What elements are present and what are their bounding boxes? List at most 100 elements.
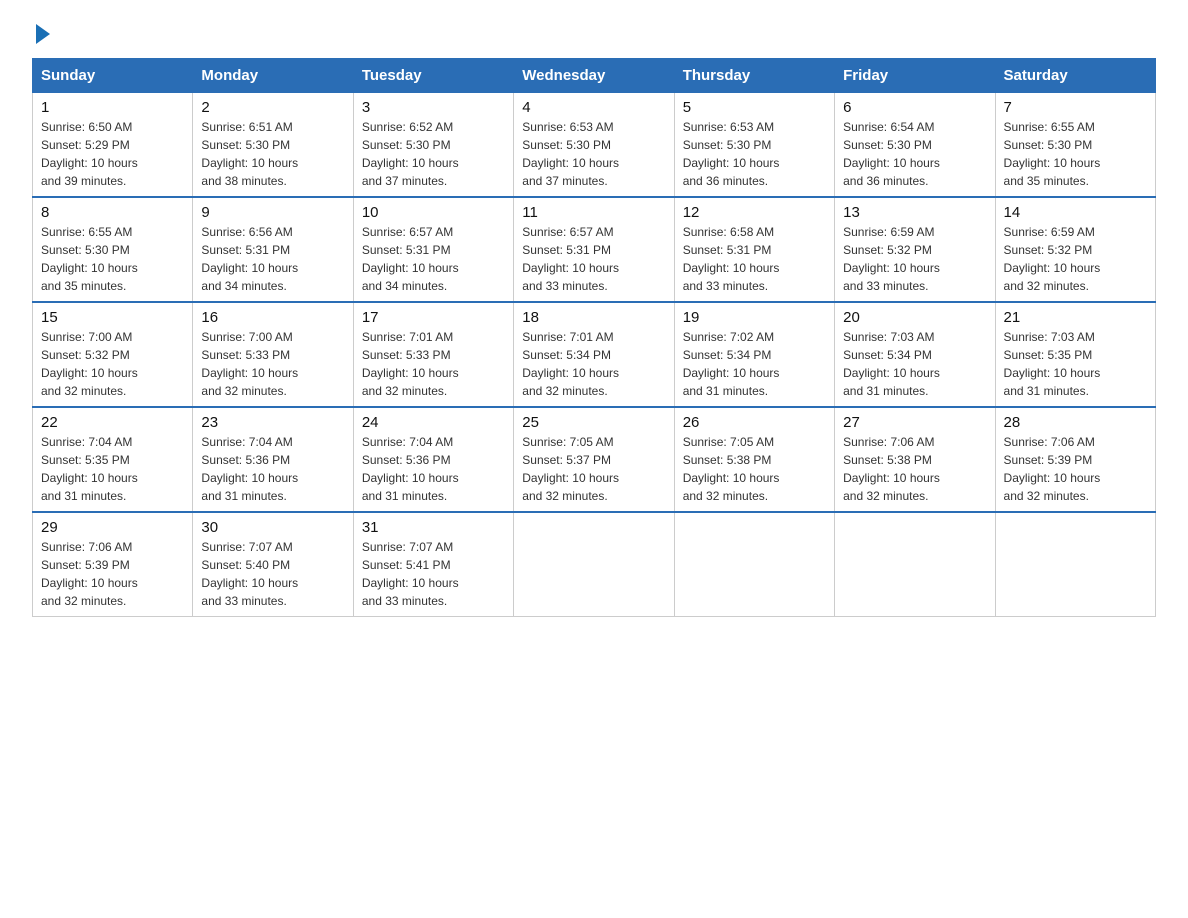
calendar-cell: 26 Sunrise: 7:05 AMSunset: 5:38 PMDayligh… bbox=[674, 407, 834, 512]
day-number: 27 bbox=[843, 414, 986, 431]
calendar-body: 1Sunrise: 6:50 AMSunset: 5:29 PMDaylight… bbox=[33, 93, 1156, 617]
day-info: Sunrise: 6:58 AMSunset: 5:31 PMDaylight:… bbox=[683, 223, 826, 295]
calendar-cell: 14Sunrise: 6:59 AMSunset: 5:32 PMDayligh… bbox=[995, 197, 1155, 302]
day-info: Sunrise: 7:04 AMSunset: 5:36 PMDaylight:… bbox=[362, 433, 505, 505]
day-number: 24 bbox=[362, 414, 505, 431]
day-number: 14 bbox=[1004, 204, 1147, 221]
day-number: 12 bbox=[683, 204, 826, 221]
calendar-cell: 5 Sunrise: 6:53 AMSunset: 5:30 PMDaylight… bbox=[674, 93, 834, 198]
calendar-cell: 18Sunrise: 7:01 AMSunset: 5:34 PMDayligh… bbox=[514, 302, 674, 407]
day-number: 31 bbox=[362, 519, 505, 536]
day-number: 10 bbox=[362, 204, 505, 221]
day-info: Sunrise: 7:00 AMSunset: 5:32 PMDaylight:… bbox=[41, 328, 184, 400]
day-number: 5 bbox=[683, 99, 826, 116]
calendar-cell: 11 Sunrise: 6:57 AMSunset: 5:31 PMDayligh… bbox=[514, 197, 674, 302]
day-number: 7 bbox=[1004, 99, 1147, 116]
calendar-cell bbox=[835, 512, 995, 617]
day-info: Sunrise: 6:52 AMSunset: 5:30 PMDaylight:… bbox=[362, 118, 505, 190]
day-number: 6 bbox=[843, 99, 986, 116]
calendar-cell bbox=[995, 512, 1155, 617]
calendar-cell bbox=[514, 512, 674, 617]
day-info: Sunrise: 6:51 AMSunset: 5:30 PMDaylight:… bbox=[201, 118, 344, 190]
calendar-header: SundayMondayTuesdayWednesdayThursdayFrid… bbox=[33, 59, 1156, 93]
day-info: Sunrise: 6:59 AMSunset: 5:32 PMDaylight:… bbox=[843, 223, 986, 295]
calendar-cell: 12 Sunrise: 6:58 AMSunset: 5:31 PMDayligh… bbox=[674, 197, 834, 302]
day-number: 4 bbox=[522, 99, 665, 116]
day-number: 21 bbox=[1004, 309, 1147, 326]
day-info: Sunrise: 7:06 AMSunset: 5:38 PMDaylight:… bbox=[843, 433, 986, 505]
day-info: Sunrise: 6:56 AMSunset: 5:31 PMDaylight:… bbox=[201, 223, 344, 295]
calendar-cell: 28Sunrise: 7:06 AMSunset: 5:39 PMDayligh… bbox=[995, 407, 1155, 512]
calendar-cell: 25 Sunrise: 7:05 AMSunset: 5:37 PMDayligh… bbox=[514, 407, 674, 512]
calendar-cell: 19 Sunrise: 7:02 AMSunset: 5:34 PMDayligh… bbox=[674, 302, 834, 407]
calendar-cell: 22 Sunrise: 7:04 AMSunset: 5:35 PMDayligh… bbox=[33, 407, 193, 512]
day-info: Sunrise: 7:00 AMSunset: 5:33 PMDaylight:… bbox=[201, 328, 344, 400]
calendar-week-row: 15 Sunrise: 7:00 AMSunset: 5:32 PMDayligh… bbox=[33, 302, 1156, 407]
day-info: Sunrise: 6:53 AMSunset: 5:30 PMDaylight:… bbox=[683, 118, 826, 190]
calendar-cell: 21 Sunrise: 7:03 AMSunset: 5:35 PMDayligh… bbox=[995, 302, 1155, 407]
day-info: Sunrise: 7:05 AMSunset: 5:37 PMDaylight:… bbox=[522, 433, 665, 505]
day-info: Sunrise: 7:07 AMSunset: 5:40 PMDaylight:… bbox=[201, 538, 344, 610]
calendar-cell: 20 Sunrise: 7:03 AMSunset: 5:34 PMDayligh… bbox=[835, 302, 995, 407]
calendar-cell: 1Sunrise: 6:50 AMSunset: 5:29 PMDaylight… bbox=[33, 93, 193, 198]
day-info: Sunrise: 7:04 AMSunset: 5:35 PMDaylight:… bbox=[41, 433, 184, 505]
day-info: Sunrise: 7:04 AMSunset: 5:36 PMDaylight:… bbox=[201, 433, 344, 505]
calendar-cell: 30 Sunrise: 7:07 AMSunset: 5:40 PMDayligh… bbox=[193, 512, 353, 617]
day-info: Sunrise: 7:06 AMSunset: 5:39 PMDaylight:… bbox=[41, 538, 184, 610]
day-info: Sunrise: 7:01 AMSunset: 5:33 PMDaylight:… bbox=[362, 328, 505, 400]
calendar-cell: 6 Sunrise: 6:54 AMSunset: 5:30 PMDaylight… bbox=[835, 93, 995, 198]
day-info: Sunrise: 6:55 AMSunset: 5:30 PMDaylight:… bbox=[1004, 118, 1147, 190]
calendar-cell: 16 Sunrise: 7:00 AMSunset: 5:33 PMDayligh… bbox=[193, 302, 353, 407]
calendar-week-row: 8 Sunrise: 6:55 AMSunset: 5:30 PMDaylight… bbox=[33, 197, 1156, 302]
day-info: Sunrise: 7:03 AMSunset: 5:34 PMDaylight:… bbox=[843, 328, 986, 400]
day-info: Sunrise: 7:03 AMSunset: 5:35 PMDaylight:… bbox=[1004, 328, 1147, 400]
weekday-header-sunday: Sunday bbox=[33, 59, 193, 93]
day-number: 26 bbox=[683, 414, 826, 431]
calendar-cell: 29 Sunrise: 7:06 AMSunset: 5:39 PMDayligh… bbox=[33, 512, 193, 617]
calendar-cell: 4Sunrise: 6:53 AMSunset: 5:30 PMDaylight… bbox=[514, 93, 674, 198]
calendar-week-row: 29 Sunrise: 7:06 AMSunset: 5:39 PMDayligh… bbox=[33, 512, 1156, 617]
day-number: 17 bbox=[362, 309, 505, 326]
day-number: 22 bbox=[41, 414, 184, 431]
day-number: 9 bbox=[201, 204, 344, 221]
day-number: 15 bbox=[41, 309, 184, 326]
day-number: 19 bbox=[683, 309, 826, 326]
calendar-cell: 17 Sunrise: 7:01 AMSunset: 5:33 PMDayligh… bbox=[353, 302, 513, 407]
day-info: Sunrise: 7:07 AMSunset: 5:41 PMDaylight:… bbox=[362, 538, 505, 610]
logo bbox=[32, 24, 50, 42]
calendar-cell bbox=[674, 512, 834, 617]
day-number: 28 bbox=[1004, 414, 1147, 431]
calendar-cell: 15 Sunrise: 7:00 AMSunset: 5:32 PMDayligh… bbox=[33, 302, 193, 407]
day-number: 30 bbox=[201, 519, 344, 536]
calendar-cell: 10Sunrise: 6:57 AMSunset: 5:31 PMDayligh… bbox=[353, 197, 513, 302]
page-header bbox=[32, 24, 1156, 42]
calendar-cell: 7 Sunrise: 6:55 AMSunset: 5:30 PMDaylight… bbox=[995, 93, 1155, 198]
day-number: 25 bbox=[522, 414, 665, 431]
day-number: 2 bbox=[201, 99, 344, 116]
calendar-cell: 27 Sunrise: 7:06 AMSunset: 5:38 PMDayligh… bbox=[835, 407, 995, 512]
calendar-week-row: 22 Sunrise: 7:04 AMSunset: 5:35 PMDayligh… bbox=[33, 407, 1156, 512]
day-number: 11 bbox=[522, 204, 665, 221]
day-info: Sunrise: 6:55 AMSunset: 5:30 PMDaylight:… bbox=[41, 223, 184, 295]
calendar-cell: 24 Sunrise: 7:04 AMSunset: 5:36 PMDayligh… bbox=[353, 407, 513, 512]
calendar-cell: 13 Sunrise: 6:59 AMSunset: 5:32 PMDayligh… bbox=[835, 197, 995, 302]
calendar-cell: 9 Sunrise: 6:56 AMSunset: 5:31 PMDaylight… bbox=[193, 197, 353, 302]
weekday-header-saturday: Saturday bbox=[995, 59, 1155, 93]
calendar-cell: 31 Sunrise: 7:07 AMSunset: 5:41 PMDayligh… bbox=[353, 512, 513, 617]
day-info: Sunrise: 6:54 AMSunset: 5:30 PMDaylight:… bbox=[843, 118, 986, 190]
day-info: Sunrise: 6:57 AMSunset: 5:31 PMDaylight:… bbox=[522, 223, 665, 295]
day-info: Sunrise: 7:01 AMSunset: 5:34 PMDaylight:… bbox=[522, 328, 665, 400]
weekday-header-row: SundayMondayTuesdayWednesdayThursdayFrid… bbox=[33, 59, 1156, 93]
weekday-header-friday: Friday bbox=[835, 59, 995, 93]
day-info: Sunrise: 7:02 AMSunset: 5:34 PMDaylight:… bbox=[683, 328, 826, 400]
weekday-header-monday: Monday bbox=[193, 59, 353, 93]
calendar-cell: 23Sunrise: 7:04 AMSunset: 5:36 PMDayligh… bbox=[193, 407, 353, 512]
day-number: 29 bbox=[41, 519, 184, 536]
weekday-header-wednesday: Wednesday bbox=[514, 59, 674, 93]
day-number: 1 bbox=[41, 99, 184, 116]
day-info: Sunrise: 7:05 AMSunset: 5:38 PMDaylight:… bbox=[683, 433, 826, 505]
day-number: 20 bbox=[843, 309, 986, 326]
day-number: 8 bbox=[41, 204, 184, 221]
day-number: 16 bbox=[201, 309, 344, 326]
day-number: 13 bbox=[843, 204, 986, 221]
